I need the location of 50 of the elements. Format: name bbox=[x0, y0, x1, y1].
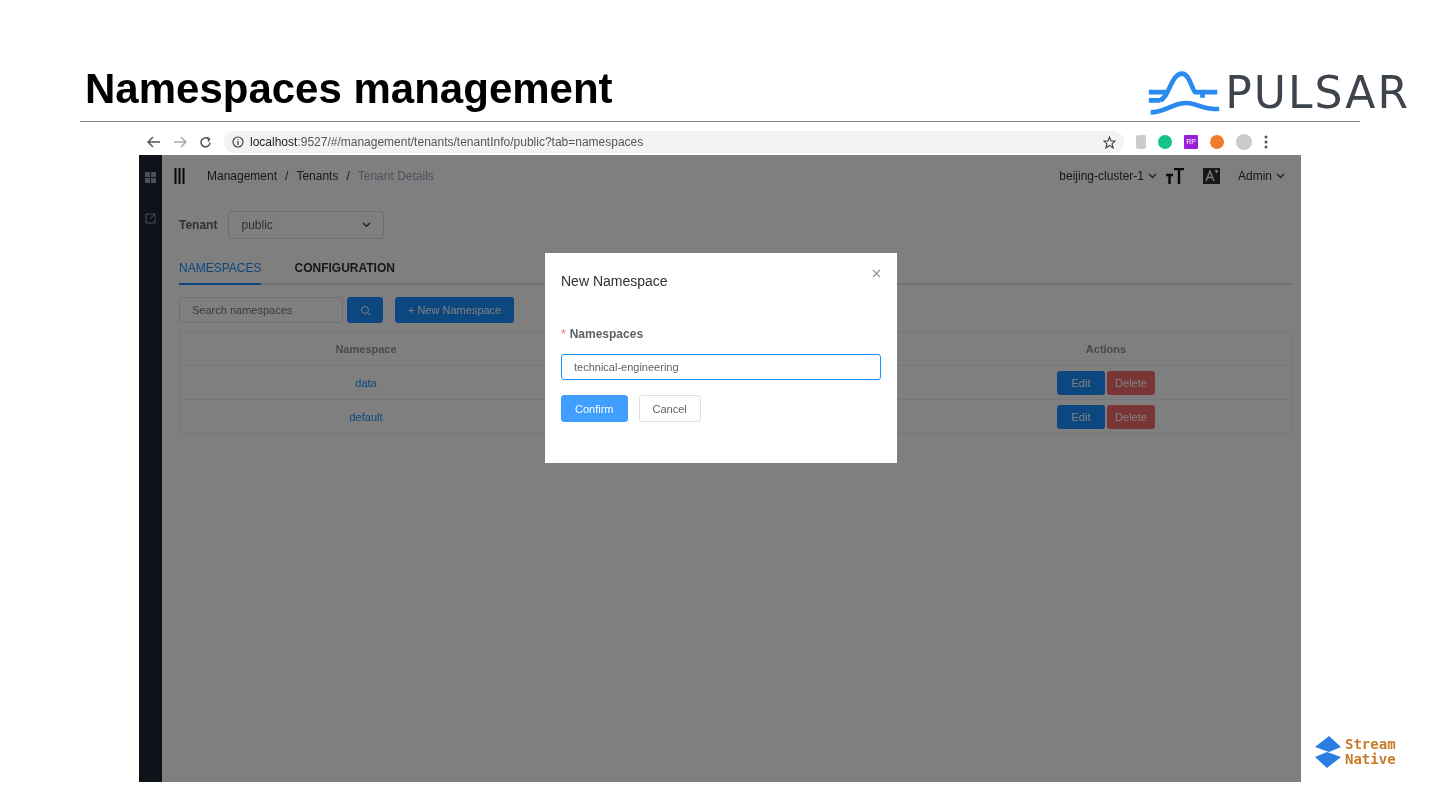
info-icon bbox=[232, 136, 244, 148]
namespace-link[interactable]: data bbox=[355, 376, 377, 389]
edit-button[interactable]: Edit bbox=[1057, 404, 1105, 429]
menu-icon[interactable] bbox=[1264, 135, 1268, 149]
search-button[interactable] bbox=[347, 297, 383, 323]
menu-icon[interactable] bbox=[174, 168, 185, 184]
breadcrumb-separator: / bbox=[346, 169, 350, 183]
back-icon[interactable] bbox=[147, 136, 161, 148]
namespace-link[interactable]: default bbox=[349, 410, 383, 423]
extension-icon[interactable] bbox=[1210, 135, 1224, 149]
required-mark: * bbox=[561, 327, 566, 341]
pulsar-logo: PULSAR bbox=[1147, 67, 1410, 118]
tenant-label: Tenant bbox=[179, 218, 218, 232]
breadcrumb-separator: / bbox=[285, 169, 289, 183]
reload-icon[interactable] bbox=[199, 135, 212, 149]
extension-icon[interactable] bbox=[1158, 135, 1172, 149]
field-label: Namespaces bbox=[569, 327, 644, 341]
user-dropdown[interactable]: Admin bbox=[1238, 169, 1285, 183]
cancel-button[interactable]: Cancel bbox=[638, 395, 701, 422]
wave-icon bbox=[1147, 68, 1222, 117]
font-size-icon[interactable] bbox=[1165, 168, 1185, 184]
slide-title: Namespaces management bbox=[85, 68, 613, 114]
breadcrumb[interactable]: Tenants bbox=[296, 169, 339, 183]
cluster-dropdown[interactable]: beijing-cluster-1 bbox=[1059, 169, 1157, 183]
namespace-input[interactable]: technical-engineering bbox=[561, 354, 881, 380]
grid-icon[interactable] bbox=[145, 172, 156, 183]
tenant-select[interactable]: public bbox=[228, 211, 385, 239]
chevron-icon bbox=[362, 222, 372, 228]
edit-button[interactable]: Edit bbox=[1057, 370, 1105, 395]
tab[interactable]: CONFIGURATION bbox=[294, 261, 395, 285]
tab[interactable]: NAMESPACES bbox=[179, 261, 262, 285]
profile-icon[interactable] bbox=[1236, 134, 1252, 150]
translate-icon[interactable] bbox=[1203, 168, 1220, 184]
confirm-button[interactable]: Confirm bbox=[561, 395, 628, 422]
chevron-icon bbox=[1148, 173, 1157, 179]
delete-button[interactable]: Delete bbox=[1107, 404, 1155, 429]
chevron-icon bbox=[1276, 173, 1285, 179]
breadcrumb[interactable]: Management bbox=[207, 169, 278, 183]
streamnative-logo: Stream Native bbox=[1313, 735, 1396, 769]
close-icon[interactable] bbox=[872, 269, 881, 278]
address-bar[interactable]: localhost:9527/#/management/tenants/tenantInfo/public?tab=namespaces bbox=[224, 131, 1124, 153]
forward-icon[interactable] bbox=[173, 136, 187, 148]
new-namespace-button[interactable]: + New Namespace bbox=[395, 297, 515, 323]
search-field[interactable]: Search namespaces bbox=[179, 297, 343, 323]
logo-icon bbox=[1313, 735, 1343, 769]
search-icon bbox=[359, 304, 371, 316]
delete-button[interactable]: Delete bbox=[1107, 370, 1155, 395]
dialog-title: New Namespace bbox=[561, 273, 668, 289]
external-link-icon[interactable] bbox=[145, 213, 156, 224]
bookmark-star-icon[interactable] bbox=[1103, 135, 1116, 149]
